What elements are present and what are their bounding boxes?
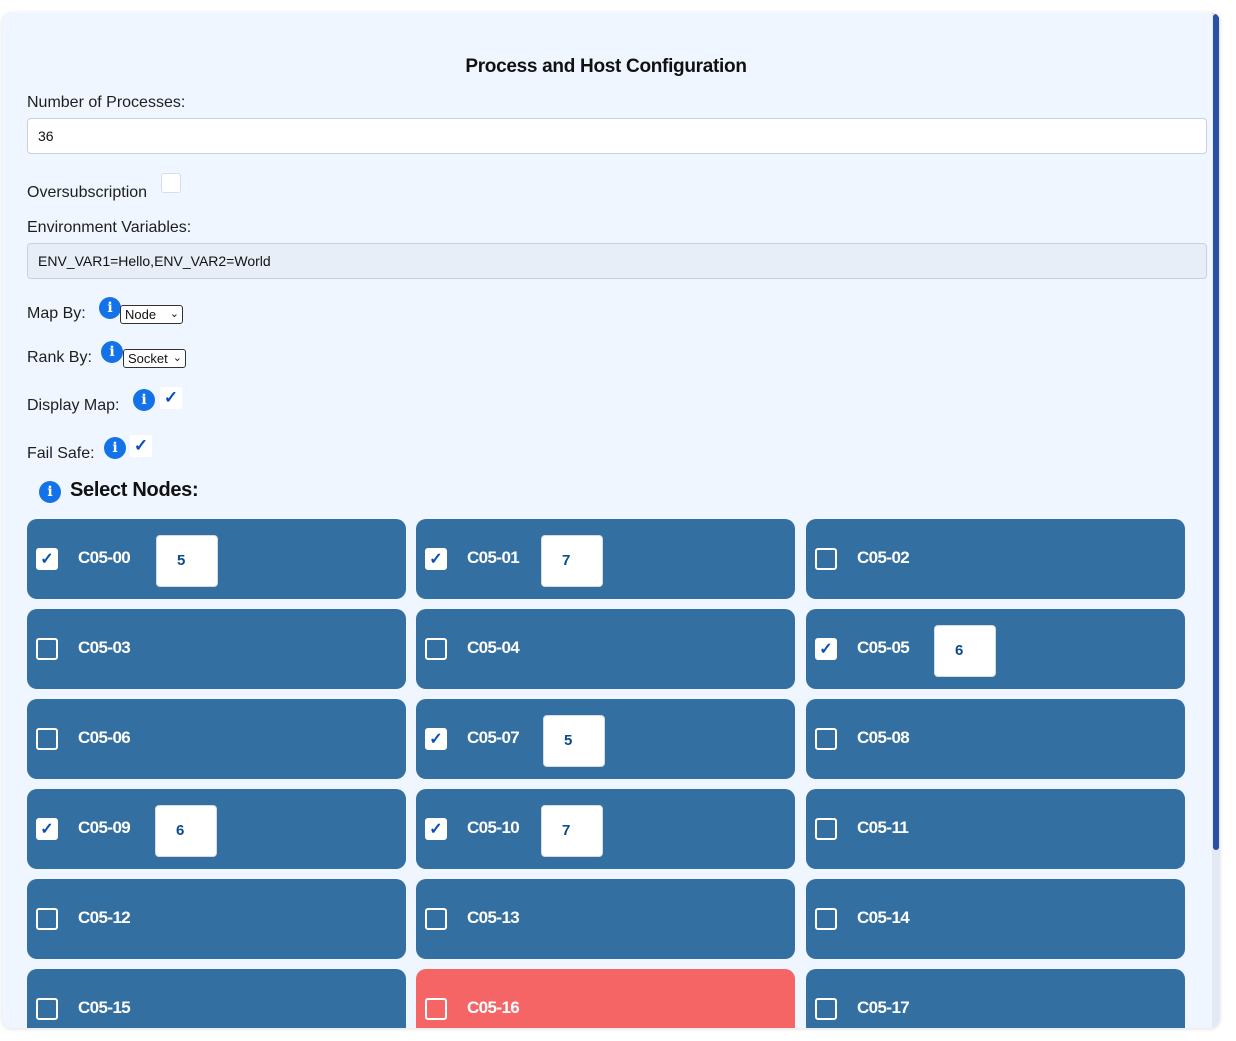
node-checkbox[interactable]	[815, 998, 837, 1020]
node-name: C05-08	[857, 728, 910, 747]
node-checkbox[interactable]	[815, 728, 837, 750]
node-card[interactable]: ✓ C05-05 6	[806, 609, 1185, 689]
rank-by-select[interactable]: Socket ⌄	[123, 349, 186, 368]
display-map-checkbox[interactable]: ✓	[160, 387, 182, 409]
display-map-label: Display Map:	[27, 397, 120, 414]
node-name: C05-13	[467, 908, 520, 927]
rank-by-info-icon[interactable]: i	[101, 341, 123, 363]
chevron-down-icon: ⌄	[172, 352, 182, 364]
select-nodes-info-icon[interactable]: i	[39, 481, 61, 503]
node-card[interactable]: C05-12	[27, 879, 406, 959]
node-card[interactable]: ✓ C05-01 7	[416, 519, 795, 599]
rank-by-selected: Socket	[128, 351, 168, 366]
node-name: C05-15	[78, 998, 131, 1017]
map-by-select[interactable]: Node ⌄	[120, 305, 183, 324]
config-panel: Process and Host Configuration Number of…	[2, 12, 1220, 1028]
node-slots-input[interactable]: 6	[155, 805, 217, 857]
node-checkbox[interactable]	[815, 548, 837, 570]
num-processes-input[interactable]	[27, 118, 1207, 154]
num-processes-label: Number of Processes:	[27, 94, 186, 111]
node-checkbox[interactable]	[36, 908, 58, 930]
node-name: C05-05	[857, 638, 910, 657]
checkmark-icon: ✓	[819, 641, 833, 658]
fail-safe-label: Fail Safe:	[27, 445, 95, 462]
node-checkbox[interactable]: ✓	[425, 548, 447, 570]
node-name: C05-09	[78, 818, 131, 837]
node-checkbox[interactable]: ✓	[815, 638, 837, 660]
node-checkbox[interactable]	[36, 998, 58, 1020]
select-nodes-heading: Select Nodes:	[70, 479, 199, 501]
node-name: C05-06	[78, 728, 131, 747]
node-name: C05-16	[467, 998, 520, 1017]
scrollbar[interactable]	[1212, 12, 1220, 1028]
node-card[interactable]: ✓ C05-10 7	[416, 789, 795, 869]
node-card[interactable]: C05-06	[27, 699, 406, 779]
node-name: C05-17	[857, 998, 910, 1017]
node-card[interactable]: ✓ C05-00 5	[27, 519, 406, 599]
node-checkbox[interactable]	[815, 818, 837, 840]
page-title: Process and Host Configuration	[465, 56, 747, 77]
node-checkbox[interactable]: ✓	[36, 548, 58, 570]
node-card[interactable]: C05-04	[416, 609, 795, 689]
fail-safe-info-icon[interactable]: i	[104, 437, 126, 459]
node-name: C05-10	[467, 818, 520, 837]
node-checkbox[interactable]	[425, 908, 447, 930]
oversubscription-label: Oversubscription	[27, 184, 148, 201]
node-name: C05-07	[467, 728, 520, 747]
node-name: C05-01	[467, 548, 520, 567]
scrollbar-thumb[interactable]	[1213, 14, 1219, 850]
checkmark-icon: ✓	[40, 551, 54, 568]
node-card[interactable]: C05-08	[806, 699, 1185, 779]
node-checkbox[interactable]	[36, 638, 58, 660]
node-name: C05-04	[467, 638, 520, 657]
node-slots-input[interactable]: 5	[156, 535, 218, 587]
checkmark-icon: ✓	[429, 731, 443, 748]
node-card[interactable]: C05-16	[416, 969, 795, 1028]
fail-safe-checkbox[interactable]: ✓	[130, 435, 152, 457]
map-by-selected: Node	[125, 307, 157, 322]
node-name: C05-11	[857, 818, 909, 837]
node-name: C05-02	[857, 548, 910, 567]
map-by-info-icon[interactable]: i	[99, 297, 121, 319]
checkmark-icon: ✓	[429, 821, 443, 838]
env-vars-input[interactable]	[27, 243, 1207, 279]
node-slots-input[interactable]: 5	[543, 715, 605, 767]
node-checkbox[interactable]	[815, 908, 837, 930]
node-card[interactable]: C05-03	[27, 609, 406, 689]
node-card[interactable]: C05-14	[806, 879, 1185, 959]
env-vars-label: Environment Variables:	[27, 219, 192, 236]
node-checkbox[interactable]: ✓	[425, 728, 447, 750]
map-by-label: Map By:	[27, 305, 86, 322]
oversubscription-checkbox[interactable]	[161, 173, 181, 193]
node-name: C05-00	[78, 548, 131, 567]
node-slots-input[interactable]: 7	[541, 535, 603, 587]
chevron-down-icon: ⌄	[169, 308, 179, 320]
node-slots-input[interactable]: 6	[934, 625, 996, 677]
node-card[interactable]: C05-13	[416, 879, 795, 959]
checkmark-icon: ✓	[429, 551, 443, 568]
node-card[interactable]: C05-11	[806, 789, 1185, 869]
node-slots-input[interactable]: 7	[541, 805, 603, 857]
node-name: C05-12	[78, 908, 131, 927]
node-checkbox[interactable]: ✓	[425, 818, 447, 840]
rank-by-label: Rank By:	[27, 349, 92, 366]
node-name: C05-14	[857, 908, 910, 927]
node-checkbox[interactable]: ✓	[36, 818, 58, 840]
node-card[interactable]: ✓ C05-09 6	[27, 789, 406, 869]
node-card[interactable]: C05-15	[27, 969, 406, 1028]
node-checkbox[interactable]	[425, 638, 447, 660]
node-name: C05-03	[78, 638, 131, 657]
node-card[interactable]: ✓ C05-07 5	[416, 699, 795, 779]
node-checkbox[interactable]	[36, 728, 58, 750]
node-card[interactable]: C05-02	[806, 519, 1185, 599]
node-card[interactable]: C05-17	[806, 969, 1185, 1028]
node-checkbox[interactable]	[425, 998, 447, 1020]
display-map-info-icon[interactable]: i	[133, 389, 155, 411]
checkmark-icon: ✓	[40, 821, 54, 838]
